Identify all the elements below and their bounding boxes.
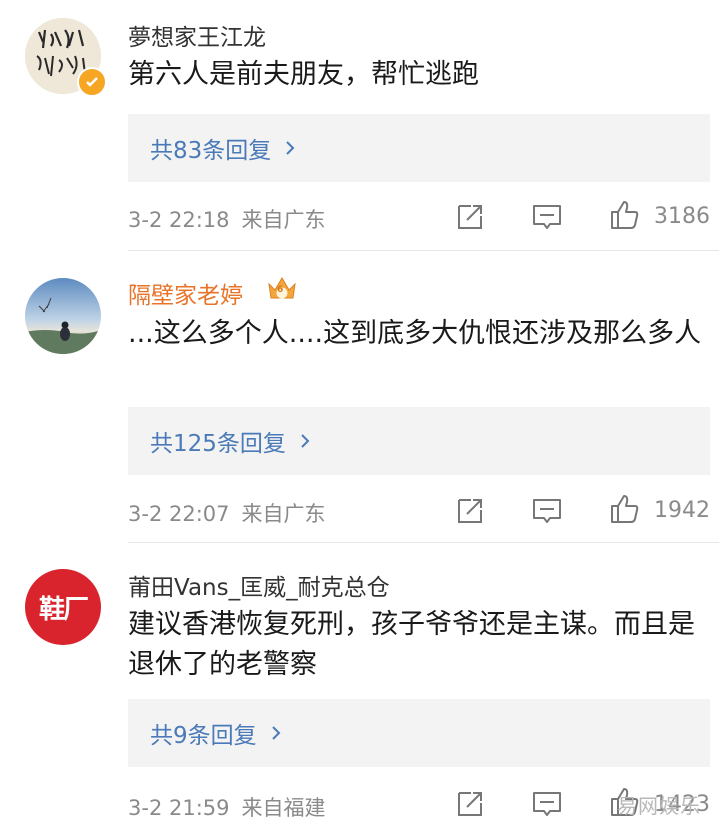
comment-text: ...这么多个人....这到底多大仇恨还涉及那么多人 xyxy=(128,318,702,349)
like-count: 1942 xyxy=(654,498,710,523)
comment-meta: 3-2 21:59 来自福建 xyxy=(128,792,326,822)
level-number: 6 xyxy=(277,285,284,295)
comment-item: 隔壁家老婷 6 ...这么多个人....这到底多大仇恨还涉及那么多人 共125条… xyxy=(0,250,719,543)
chevron-right-icon xyxy=(271,726,281,740)
chevron-right-icon xyxy=(301,434,310,448)
like-icon[interactable] xyxy=(608,492,642,526)
comment-icon[interactable] xyxy=(530,200,564,234)
username[interactable]: 隔壁家老婷 xyxy=(128,276,243,310)
replies-button[interactable]: 共9条回复 xyxy=(128,699,710,767)
share-icon[interactable] xyxy=(453,200,487,234)
location: 来自福建 xyxy=(241,796,326,820)
avatar[interactable] xyxy=(25,278,101,354)
replies-label: 共9条回复 xyxy=(150,723,257,749)
watermark: 易网娱乐 xyxy=(617,794,701,818)
replies-button[interactable]: 共83条回复 xyxy=(128,114,710,182)
comment-text: 第六人是前夫朋友，帮忙逃跑 xyxy=(128,59,479,90)
chevron-right-icon xyxy=(286,141,295,155)
landscape-avatar-image xyxy=(25,278,101,354)
comment-icon[interactable] xyxy=(530,787,564,821)
username[interactable]: 夢想家王江龙 xyxy=(128,18,266,52)
comment-icon[interactable] xyxy=(530,494,564,528)
comment-item: 鞋厂 莆田Vans_匡威_耐克总仓 建议香港恢复死刑，孩子爷爷还是主谋。而且是退… xyxy=(0,542,719,825)
like-icon[interactable] xyxy=(608,198,642,232)
comment-meta: 3-2 22:07 来自广东 xyxy=(128,498,326,528)
replies-button[interactable]: 共125条回复 xyxy=(128,407,710,475)
verified-badge-icon xyxy=(77,67,107,97)
share-icon[interactable] xyxy=(453,787,487,821)
replies-label: 共125条回复 xyxy=(150,431,286,457)
replies-label: 共83条回复 xyxy=(150,138,272,164)
timestamp: 3-2 22:07 xyxy=(128,502,230,526)
avatar-logo-text: 鞋厂 xyxy=(38,594,89,625)
like-count: 3186 xyxy=(654,204,710,229)
username[interactable]: 莆田Vans_匡威_耐克总仓 xyxy=(128,568,390,602)
location: 来自广东 xyxy=(241,208,326,232)
location: 来自广东 xyxy=(241,502,326,526)
comment-item: 夢想家王江龙 第六人是前夫朋友，帮忙逃跑 共83条回复 3-2 22:18 来自广… xyxy=(0,0,719,251)
avatar[interactable]: 鞋厂 xyxy=(25,569,101,645)
share-icon[interactable] xyxy=(453,494,487,528)
comment-meta: 3-2 22:18 来自广东 xyxy=(128,204,326,234)
timestamp: 3-2 21:59 xyxy=(128,796,230,820)
timestamp: 3-2 22:18 xyxy=(128,208,230,232)
comment-text: 建议香港恢复死刑，孩子爷爷还是主谋。而且是退休了的老警察 xyxy=(128,609,695,680)
